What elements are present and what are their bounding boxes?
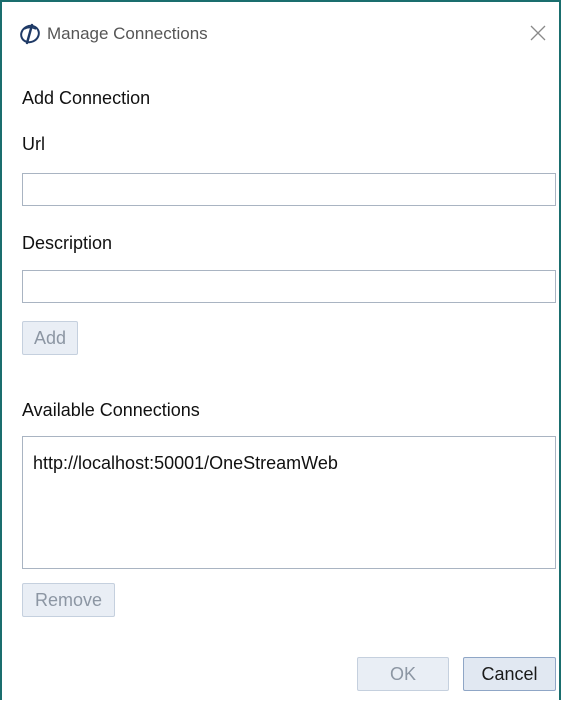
title-bar[interactable]: Manage Connections	[2, 2, 559, 64]
list-item[interactable]: http://localhost:50001/OneStreamWeb	[23, 437, 555, 474]
add-connection-heading: Add Connection	[22, 88, 151, 108]
connections-list[interactable]: http://localhost:50001/OneStreamWeb	[22, 436, 556, 569]
available-connections-heading: Available Connections	[22, 400, 200, 420]
url-input[interactable]	[22, 173, 556, 206]
description-input[interactable]	[22, 270, 556, 303]
description-label: Description	[22, 233, 113, 253]
window-title: Manage Connections	[47, 24, 208, 43]
remove-button[interactable]: Remove	[22, 583, 115, 617]
close-button[interactable]	[525, 20, 551, 46]
add-button[interactable]: Add	[22, 321, 78, 355]
url-label: Url	[22, 134, 45, 154]
cancel-button[interactable]: Cancel	[463, 657, 556, 691]
ok-button[interactable]: OK	[357, 657, 449, 691]
manage-connections-dialog: Manage Connections Add Connection Url De…	[0, 0, 561, 700]
close-icon	[530, 25, 546, 41]
onestream-logo-icon	[19, 23, 41, 45]
